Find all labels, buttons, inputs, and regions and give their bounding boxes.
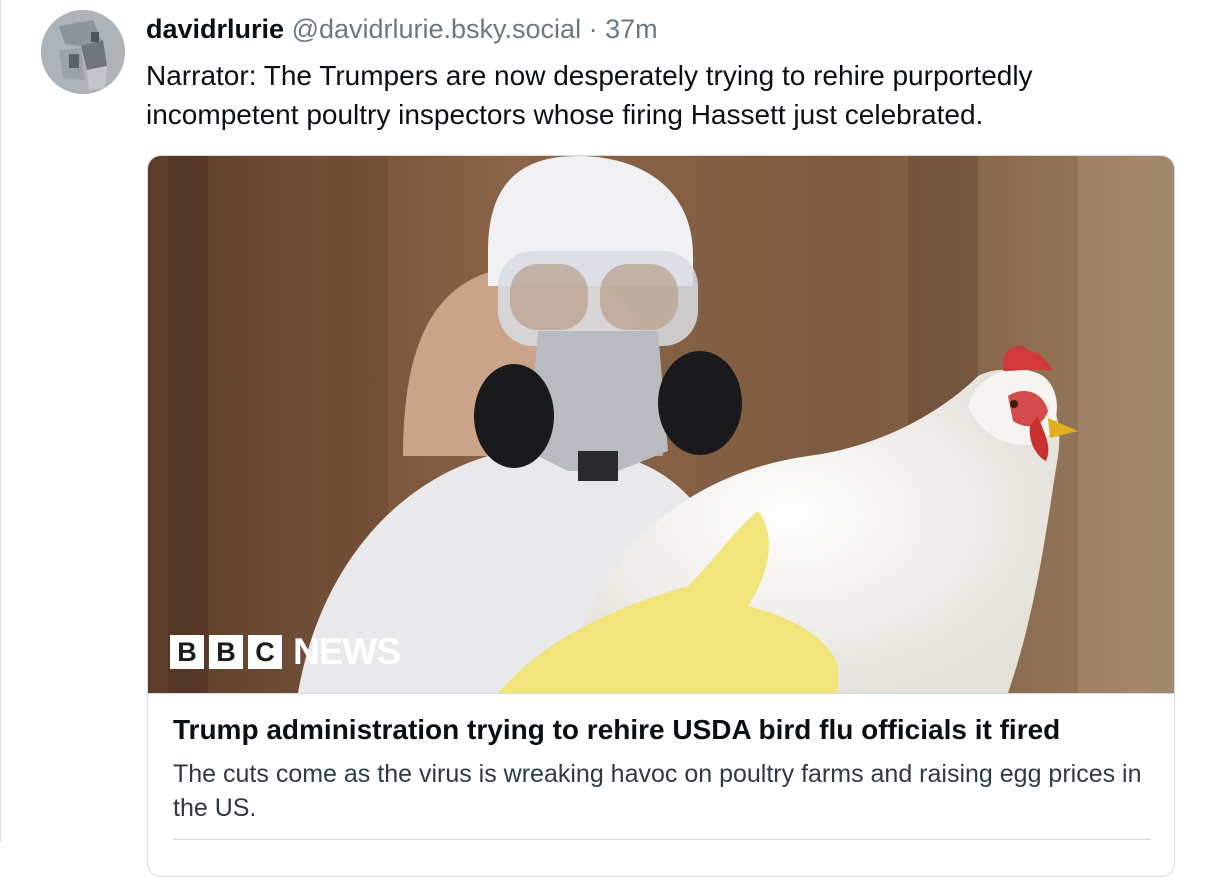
article-title[interactable]: Trump administration trying to rehire US…: [173, 712, 1153, 748]
link-preview-card[interactable]: B B C NEWS Trump administration trying t…: [147, 155, 1175, 877]
bbc-logo-letter: B: [170, 635, 204, 669]
article-description: The cuts come as the virus is wreaking h…: [173, 760, 1142, 822]
author-handle[interactable]: @davidrlurie.bsky.social: [292, 14, 582, 44]
article-thumbnail-image: B B C NEWS: [148, 156, 1174, 694]
feed-post[interactable]: davidrlurie @davidrlurie.bsky.social · 3…: [0, 0, 1211, 877]
bbc-news-logo: B B C NEWS: [170, 631, 401, 672]
post-timestamp[interactable]: 37m: [605, 14, 658, 44]
separator-dot: ·: [588, 14, 598, 44]
bbc-logo-letter: C: [248, 635, 282, 669]
post-text: Narrator: The Trumpers are now desperate…: [146, 60, 1033, 130]
bbc-logo-word: NEWS: [293, 631, 401, 672]
card-divider: [173, 839, 1151, 840]
bbc-logo-letter: B: [209, 635, 243, 669]
author-display-name[interactable]: davidrlurie: [146, 14, 284, 44]
author-avatar[interactable]: [41, 10, 125, 94]
post-header: davidrlurie @davidrlurie.bsky.social · 3…: [146, 12, 658, 46]
